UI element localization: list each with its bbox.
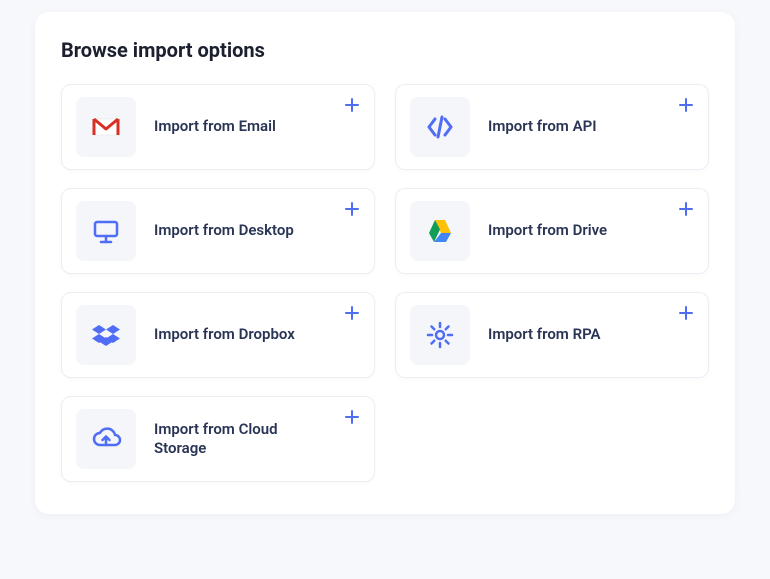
gear-icon <box>410 305 470 365</box>
option-label: Import from Drive <box>488 221 607 241</box>
option-card-drive[interactable]: Import from Drive <box>395 188 709 274</box>
import-options-panel: Browse import options Import from Email <box>35 12 735 514</box>
plus-icon[interactable] <box>676 199 696 219</box>
plus-icon[interactable] <box>342 303 362 323</box>
panel-title: Browse import options <box>61 38 709 62</box>
option-card-rpa[interactable]: Import from RPA <box>395 292 709 378</box>
option-label: Import from Email <box>154 117 276 137</box>
plus-icon[interactable] <box>676 95 696 115</box>
option-card-desktop[interactable]: Import from Desktop <box>61 188 375 274</box>
plus-icon[interactable] <box>342 407 362 427</box>
desktop-icon <box>76 201 136 261</box>
option-label: Import from API <box>488 117 597 137</box>
gmail-icon <box>76 97 136 157</box>
option-label: Import from RPA <box>488 325 601 345</box>
option-card-api[interactable]: Import from API <box>395 84 709 170</box>
option-label: Import from Dropbox <box>154 325 295 345</box>
api-icon <box>410 97 470 157</box>
plus-icon[interactable] <box>676 303 696 323</box>
dropbox-icon <box>76 305 136 365</box>
options-grid: Import from Email Import from API <box>61 84 709 482</box>
plus-icon[interactable] <box>342 95 362 115</box>
option-card-email[interactable]: Import from Email <box>61 84 375 170</box>
option-label: Import from Cloud Storage <box>154 420 304 459</box>
cloud-upload-icon <box>76 409 136 469</box>
drive-icon <box>410 201 470 261</box>
option-card-cloud-storage[interactable]: Import from Cloud Storage <box>61 396 375 482</box>
plus-icon[interactable] <box>342 199 362 219</box>
option-card-dropbox[interactable]: Import from Dropbox <box>61 292 375 378</box>
option-label: Import from Desktop <box>154 221 294 241</box>
